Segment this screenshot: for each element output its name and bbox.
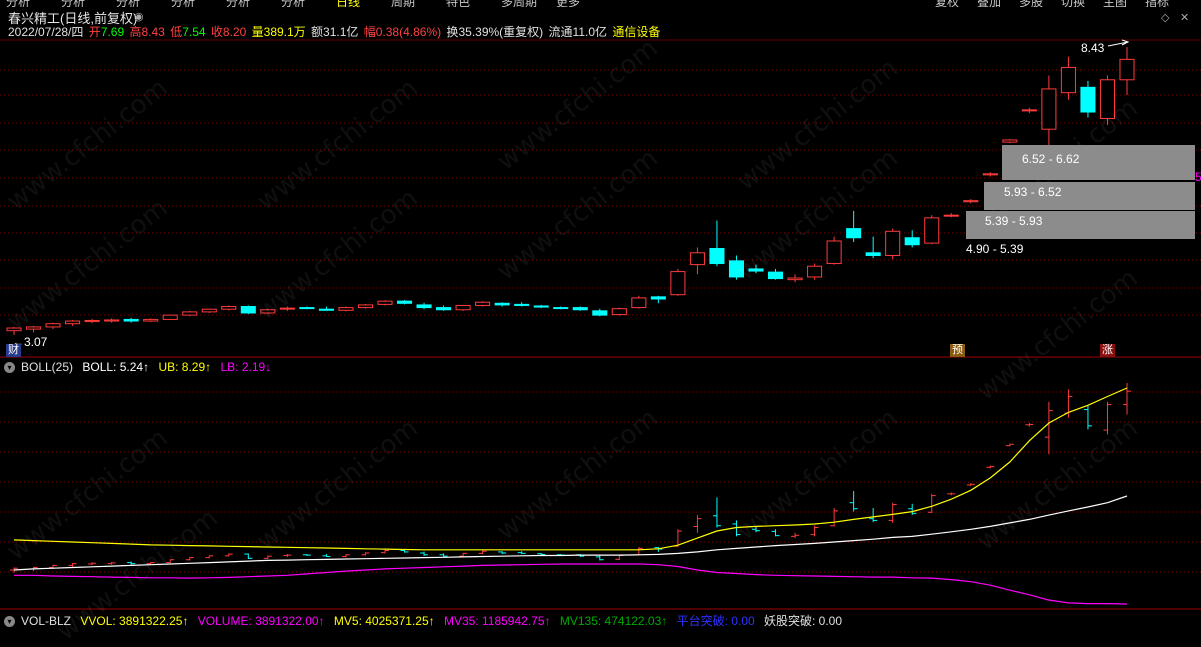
candle-body [514, 303, 530, 306]
volume-value-ind: VOLUME: 3891322.00↑ [197, 614, 325, 628]
candle-body [416, 304, 432, 309]
candle-body [1041, 88, 1057, 130]
candle-body [963, 200, 979, 203]
candle-body [592, 310, 608, 316]
zone-label-3: 5.39 - 5.93 [985, 214, 1043, 228]
candle-body [1080, 86, 1096, 113]
candle-body [904, 237, 920, 246]
low-price-value: 3.07 [24, 335, 48, 349]
boll-indicator-header: ▾ BOLL(25) BOLL: 5.24↑ UB: 8.29↑ LB: 2.19… [4, 360, 277, 374]
candle-body [475, 301, 491, 306]
platform-break-value: 平台突破: 0.00 [676, 614, 755, 628]
boll-name[interactable]: BOLL(25) [21, 360, 73, 374]
candle-body [436, 307, 452, 311]
candle-body [826, 240, 842, 265]
candle-body [670, 271, 686, 296]
candle-body [357, 304, 374, 309]
zone-label-2: 5.93 - 6.52 [1004, 185, 1062, 199]
candle-body [846, 228, 862, 239]
high-price-label: 8.43 [1081, 41, 1105, 55]
candle-body [455, 304, 471, 311]
candle-body [767, 271, 784, 280]
candle-body [104, 319, 120, 322]
vol-indicator-header: ▾ VOL-BLZ VVOL: 3891322.25↑ VOLUME: 38913… [4, 612, 848, 629]
candle-body [377, 300, 393, 305]
candle-body [943, 214, 959, 217]
boll-value: BOLL: 5.24↑ [82, 360, 150, 374]
candle-body [885, 230, 901, 256]
candle-body [533, 305, 549, 308]
candle-body [182, 311, 198, 316]
boll-lower-line [14, 563, 1128, 605]
candle-body [240, 306, 256, 314]
candle-body [201, 308, 217, 313]
indicator-toggle-icon[interactable]: ▾ [4, 616, 15, 628]
mv135-value: MV135: 474122.03↑ [559, 614, 668, 628]
candle-body [123, 318, 139, 322]
candle-body [65, 320, 81, 325]
right-edge-label: 5 [1195, 170, 1201, 184]
boll-lb-value: LB: 2.19↓ [220, 360, 272, 374]
mv35-value: MV35: 1185942.75↑ [443, 614, 551, 628]
candle-body [631, 297, 647, 309]
candle-body [162, 314, 178, 320]
forecast-marker[interactable]: 预 [950, 344, 965, 357]
candle-body [396, 300, 413, 304]
candle-body [318, 308, 334, 311]
monster-break-value: 妖股突破: 0.00 [764, 614, 843, 628]
candle-body [143, 318, 159, 322]
candle-body [494, 302, 510, 306]
boll-ub-value: UB: 8.29↑ [158, 360, 212, 374]
candle-body [572, 307, 588, 311]
candle-body [924, 217, 940, 244]
candle-body [689, 252, 705, 266]
candle-body [787, 277, 803, 281]
candle-body [221, 306, 237, 310]
vol-name[interactable]: VOL-BLZ [21, 614, 71, 628]
zone-label-4: 4.90 - 5.39 [966, 242, 1024, 256]
candle-body [709, 247, 725, 265]
indicator-toggle-icon[interactable]: ▾ [4, 362, 15, 374]
candle-body [982, 173, 998, 176]
candle-body [807, 265, 823, 278]
mv5-value: MV5: 4025371.25↑ [333, 614, 435, 628]
candle-body [553, 307, 569, 310]
candle-body [1002, 139, 1018, 143]
vvol-value: VVOL: 3891322.25↑ [80, 614, 189, 628]
candle-body [611, 308, 627, 316]
candle-body [338, 307, 354, 311]
candle-body [1021, 109, 1037, 112]
finance-marker[interactable]: 财 [6, 344, 21, 357]
zone-label-1: 6.52 - 6.62 [1022, 152, 1080, 166]
candle-body [865, 252, 881, 256]
candle-body [84, 319, 100, 323]
limit-up-marker[interactable]: 涨 [1100, 344, 1115, 357]
candle-body [299, 307, 315, 310]
candle-body [1119, 58, 1135, 81]
candle-body [650, 296, 666, 300]
candle-body [45, 323, 61, 328]
candle-body [1060, 66, 1076, 94]
